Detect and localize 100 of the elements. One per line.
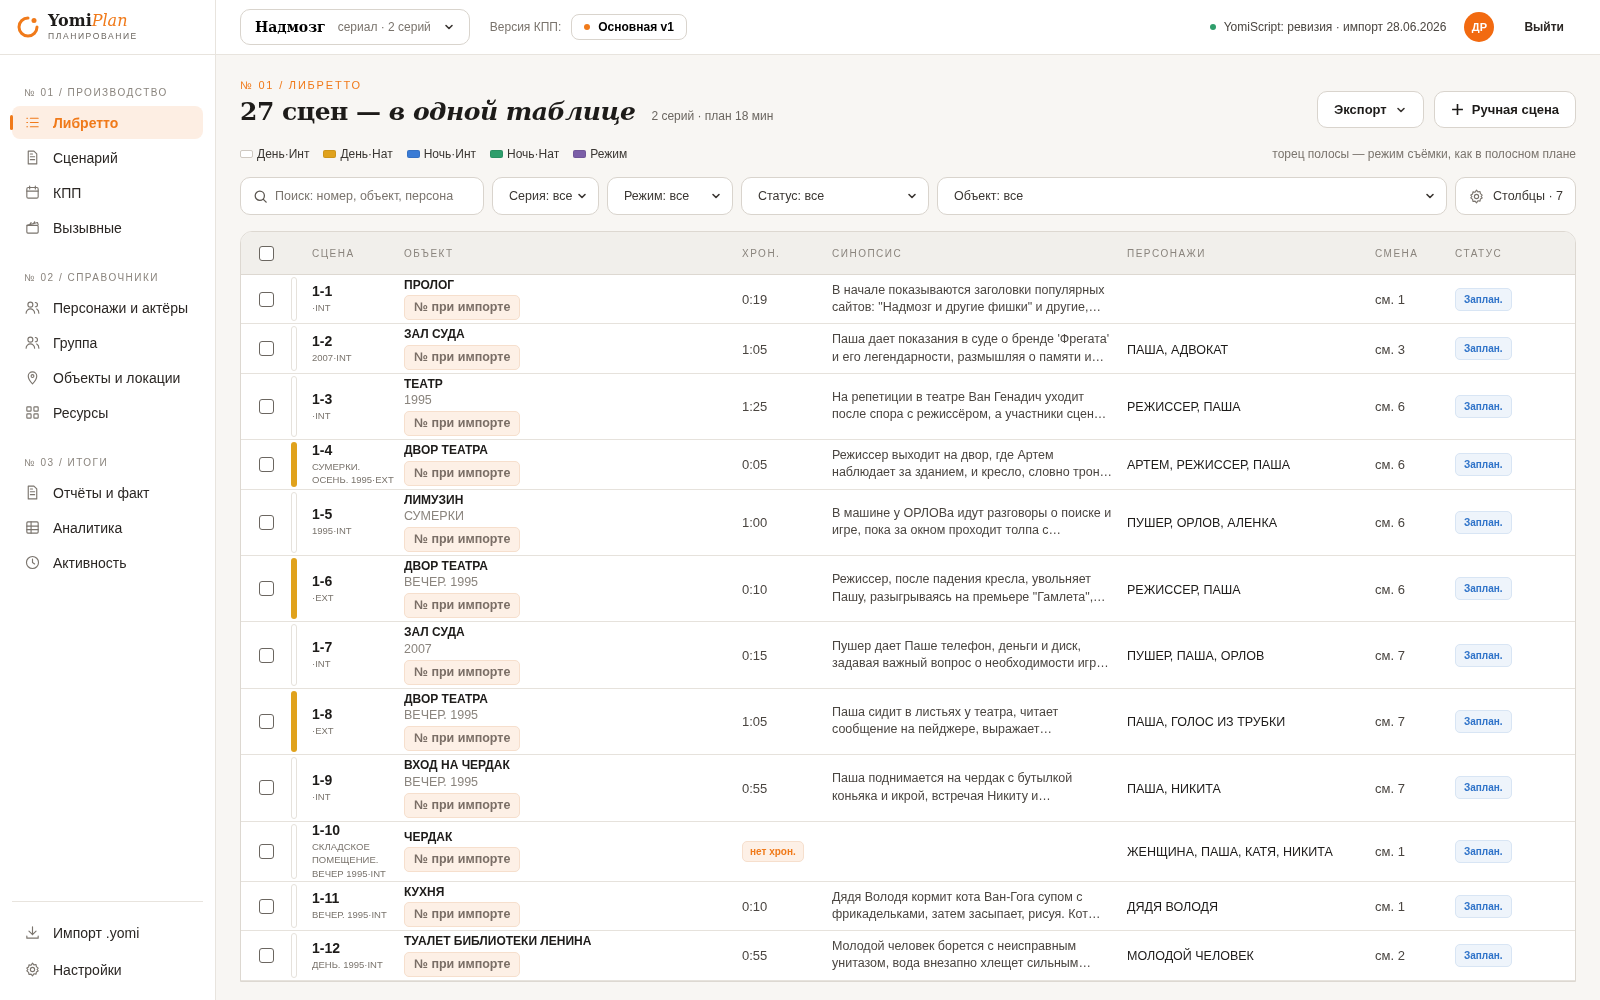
object-name: ДВОР ТЕАТРА xyxy=(404,558,489,574)
checkbox[interactable] xyxy=(258,245,274,261)
filter-select[interactable]: Объект: все xyxy=(937,177,1448,215)
characters: ПУШЕР, ОРЛОВ, АЛЕНКА xyxy=(1127,516,1277,531)
filter-select[interactable]: Статус: все xyxy=(741,177,929,215)
sidebar-item[interactable]: Импорт .yomi xyxy=(12,916,203,949)
scene-meta: СУМЕРКИ. ОСЕНЬ. 1995·EXT xyxy=(312,459,395,488)
checkbox[interactable] xyxy=(258,898,274,914)
synopsis: Паша поднимается на чердак с бутылкой коньяка и икрой, встречая Никиту и… xyxy=(832,770,1074,805)
section-label: № 02 / СПРАВОЧНИКИ xyxy=(23,271,161,285)
shift: см. 7 xyxy=(1375,780,1405,796)
sync-status: YomiScript: ревизия · импорт 28.06.2026 xyxy=(1223,20,1447,34)
object-detail: 1995 xyxy=(404,393,433,409)
checkbox[interactable] xyxy=(258,291,274,307)
shift: см. 6 xyxy=(1375,457,1405,473)
checkbox[interactable] xyxy=(258,581,274,597)
columns-button[interactable]: Столбцы · 7 xyxy=(1455,177,1576,215)
sidebar-item[interactable]: Ресурсы xyxy=(12,396,203,429)
filter-select[interactable]: Серия: все xyxy=(492,177,599,215)
scene-number: 1-2 xyxy=(312,332,334,349)
scene-meta: ·INT xyxy=(312,408,332,423)
plus-icon xyxy=(1450,103,1464,116)
characters: АРТЕМ, РЕЖИССЕР, ПАША xyxy=(1127,458,1291,473)
sidebar-item[interactable]: Аналитика xyxy=(12,511,203,544)
legend-note: торец полосы — режим съёмки, как в полосном плане xyxy=(1272,147,1576,161)
sidebar-item[interactable]: Персонажи и актёры xyxy=(12,291,203,324)
version-label: Версия КПП: xyxy=(489,20,562,34)
duration: 0:10 xyxy=(742,581,768,597)
synopsis: Дядя Володя кормит кота Ван-Гога супом с фрикадельками, затем засыпает, рисуя. Кот… xyxy=(832,888,1102,923)
object-name: ПРОЛОГ xyxy=(404,278,456,293)
checkbox[interactable] xyxy=(258,456,274,472)
logout-button[interactable]: Выйти xyxy=(1512,14,1576,40)
shift: см. 6 xyxy=(1375,399,1405,415)
synopsis: Режиссер, после падения кресла, увольняет Пашу, разыгрываясь на премьере "Гамлета",… xyxy=(832,571,1107,606)
characters: ПАША, ГОЛОС ИЗ ТРУБКИ xyxy=(1127,715,1286,730)
version-selector[interactable]: Основная v1 xyxy=(571,14,687,40)
synopsis: Пушер дает Паше телефон, деньги и диск, задавая важный вопрос о необходимости игр… xyxy=(832,637,1110,673)
shift: см. 6 xyxy=(1375,515,1405,531)
scene-meta: СКЛАДСКОЕ ПОМЕЩЕНИЕ. ВЕЧЕР 1995·INT xyxy=(312,839,387,881)
checkbox[interactable] xyxy=(258,780,274,796)
sidebar-item[interactable]: Сценарий xyxy=(12,141,203,174)
project-selector[interactable]: Надмозг сериал · 2 серий xyxy=(240,9,470,45)
filter-select[interactable]: Режим: все xyxy=(607,177,733,215)
synopsis: Паша дает показания в суде о бренде 'Фрегата' и его легендарности, размышляя о памяти и… xyxy=(832,331,1111,366)
section-label: № 03 / ИТОГИ xyxy=(23,456,110,470)
calendar-icon xyxy=(24,184,41,201)
clock-icon xyxy=(24,554,41,571)
checkbox[interactable] xyxy=(258,647,274,663)
scene-number: 1-3 xyxy=(312,390,334,407)
checkbox[interactable] xyxy=(258,514,274,530)
import-badge: № при импорте xyxy=(404,295,521,321)
status-badge: Заплан. xyxy=(1455,452,1512,476)
grid-icon xyxy=(24,404,41,421)
sidebar-item[interactable]: Активность xyxy=(12,546,203,579)
import-badge: № при импорте xyxy=(404,951,521,977)
scene-number: 1-12 xyxy=(312,939,342,956)
object-detail: 2007 xyxy=(404,641,433,657)
checkbox[interactable] xyxy=(258,398,274,414)
column-header: СЦЕНА xyxy=(311,247,356,259)
search-field[interactable]: Поиск: номер, объект, персона xyxy=(240,177,484,215)
synopsis: Паша сидит в листьях у театра, читает сообщение на пейджере, выражает… xyxy=(832,703,1060,739)
synopsis: Режиссер выходит на двор, где Артем наблюдает за зданием, и кресло, словно трон… xyxy=(832,446,1114,482)
status-badge: Заплан. xyxy=(1455,287,1512,311)
sidebar-item[interactable]: Настройки xyxy=(12,953,203,986)
shift: см. 6 xyxy=(1375,581,1405,597)
synopsis: Молодой человек борется с неисправным унитазом, вода внезапно хлещет сильным… xyxy=(832,937,1092,973)
sidebar-item[interactable]: Группа xyxy=(12,326,203,359)
checkbox[interactable] xyxy=(258,713,274,729)
scene-number: 1-6 xyxy=(312,572,334,589)
import-badge: № при импорте xyxy=(404,344,521,370)
object-name: ДВОР ТЕАТРА xyxy=(404,443,489,458)
add-scene-button[interactable]: Ручная сцена xyxy=(1433,91,1576,128)
characters: ПУШЕР, ПАША, ОРЛОВ xyxy=(1127,649,1265,664)
checkbox[interactable] xyxy=(258,843,274,859)
characters: ЖЕНЩИНА, ПАША, КАТЯ, НИКИТА xyxy=(1127,845,1333,860)
checkbox[interactable] xyxy=(258,341,274,357)
sidebar-item[interactable]: Отчёты и факт xyxy=(12,476,203,509)
scene-number: 1-4 xyxy=(312,441,334,458)
object-name: КУХНЯ xyxy=(404,884,446,900)
duration: 0:15 xyxy=(742,648,768,664)
duration: 0:55 xyxy=(742,780,768,796)
scene-number: 1-11 xyxy=(312,890,341,907)
column-header: СТАТУС xyxy=(1455,247,1504,259)
duration: 1:25 xyxy=(742,399,768,415)
status-badge: Заплан. xyxy=(1455,894,1512,918)
sidebar-item[interactable]: Объекты и локации xyxy=(12,361,203,394)
checkbox[interactable] xyxy=(258,947,274,963)
status-badge: Заплан. xyxy=(1455,510,1512,534)
sidebar-item[interactable]: Вызывные xyxy=(12,211,203,244)
import-badge: № при импорте xyxy=(404,659,521,685)
sidebar-item[interactable]: КПП xyxy=(12,176,203,209)
legend-label: Режим xyxy=(590,147,628,161)
shift: см. 1 xyxy=(1375,292,1405,308)
export-button[interactable]: Экспорт xyxy=(1317,91,1424,128)
import-badge: № при импорте xyxy=(404,526,521,552)
scene-meta: ·EXT xyxy=(312,723,335,738)
download-icon xyxy=(24,924,41,941)
object-name: ТУАЛЕТ БИБЛИОТЕКИ ЛЕНИНА xyxy=(404,934,593,949)
page-meta: 2 серий · план 18 мин xyxy=(651,109,774,123)
object-detail: ВЕЧЕР. 1995 xyxy=(404,774,480,790)
